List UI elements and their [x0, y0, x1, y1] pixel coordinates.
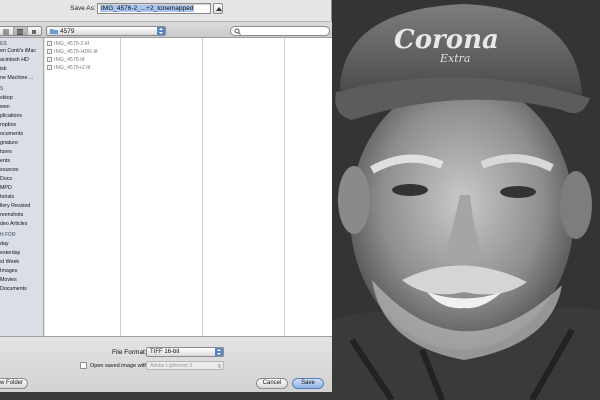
save-dialog: Save As: IMG_4576-2_...+2_tonemapped 457…: [0, 0, 332, 392]
file-item[interactable]: IMG_4579-HDR.tif: [47, 49, 98, 55]
cap-sub-text: Extra: [439, 52, 470, 65]
sidebar-item[interactable]: Documents: [0, 286, 27, 292]
open-with-checkbox[interactable]: [80, 362, 87, 369]
file-icon: [47, 41, 52, 46]
file-format-popup[interactable]: TIFF 16-bit: [146, 347, 224, 357]
cancel-button[interactable]: Cancel: [256, 378, 288, 389]
sidebar-item[interactable]: ocuments: [0, 131, 23, 137]
empty-column[interactable]: [203, 38, 285, 336]
column-view-icon: [17, 29, 23, 35]
sidebar-item[interactable]: wen: [0, 104, 10, 110]
list-view-button[interactable]: [0, 27, 14, 35]
sidebar-item[interactable]: llery Resized: [0, 203, 30, 209]
sidebar-item[interactable]: plications: [0, 113, 22, 119]
coverflow-view-icon: [32, 30, 36, 34]
sidebar: ES en Conti's iMac acintosh HD isk ne Ma…: [0, 38, 44, 336]
file-item[interactable]: IMG_4579+2.tif: [47, 65, 90, 71]
sidebar-item[interactable]: en Conti's iMac: [0, 48, 36, 54]
sidebar-heading-places: S: [0, 86, 4, 92]
search-icon: [234, 28, 241, 35]
save-options-panel: File Format: TIFF 16-bit Open saved imag…: [0, 336, 332, 392]
browser-toolbar: 4579: [0, 21, 332, 38]
filename-input[interactable]: IMG_4576-2_...+2_tonemapped: [97, 3, 211, 14]
open-with-app-value: Adobe Lightroom 3: [150, 363, 193, 369]
popup-arrows: [157, 27, 165, 35]
sidebar-item[interactable]: torials: [0, 194, 14, 200]
sidebar-heading-devices: ES: [0, 41, 7, 47]
file-icon: [47, 57, 52, 62]
sidebar-item[interactable]: ents: [0, 158, 10, 164]
sidebar-item[interactable]: tures: [0, 149, 12, 155]
sidebar-item[interactable]: gnature: [0, 140, 18, 146]
file-format-value: TIFF 16-bit: [150, 349, 180, 355]
updown-arrows-icon: [159, 28, 163, 34]
sidebar-item[interactable]: ne Machine ...: [0, 75, 33, 81]
file-icon: [47, 65, 52, 70]
folder-location-popup[interactable]: 4579: [46, 26, 166, 36]
file-format-label: File Format:: [112, 349, 147, 356]
file-column[interactable]: IMG_4579-2.tif IMG_4579-HDR.tif IMG_4579…: [45, 38, 121, 336]
empty-column[interactable]: [285, 38, 332, 336]
file-icon: [47, 49, 52, 54]
cap-brand-text: Corona: [394, 25, 499, 55]
sidebar-item[interactable]: Docs: [0, 176, 12, 182]
sidebar-item[interactable]: day: [0, 241, 9, 247]
file-item[interactable]: IMG_4579.tif: [47, 57, 84, 63]
sidebar-item[interactable]: sources: [0, 167, 19, 173]
sidebar-item[interactable]: Movies: [0, 277, 17, 283]
coverflow-view-button[interactable]: [28, 27, 41, 35]
save-as-label: Save As:: [70, 5, 96, 12]
triangle-up-icon: [216, 7, 222, 11]
save-button[interactable]: Save: [292, 378, 324, 389]
sidebar-item[interactable]: MPD: [0, 185, 12, 191]
open-with-app-popup[interactable]: Adobe Lightroom 3: [146, 361, 224, 370]
current-folder-name: 4579: [60, 28, 75, 35]
sidebar-item[interactable]: st Week: [0, 259, 19, 265]
filename-value: IMG_4576-2_...+2_tonemapped: [100, 5, 195, 12]
sidebar-item[interactable]: isk: [0, 66, 6, 72]
popup-arrows: [215, 348, 223, 356]
sidebar-item[interactable]: acintosh HD: [0, 57, 29, 63]
window-bottom-strip: [0, 392, 332, 400]
sidebar-item[interactable]: ropbox: [0, 122, 16, 128]
sidebar-heading-search-for: H FOR: [0, 232, 16, 238]
file-item[interactable]: IMG_4579-2.tif: [47, 41, 89, 47]
sidebar-item[interactable]: Images: [0, 268, 17, 274]
column-view-button[interactable]: [14, 27, 28, 35]
list-view-icon: [3, 29, 9, 35]
column-browser: IMG_4579-2.tif IMG_4579-HDR.tif IMG_4579…: [45, 38, 332, 336]
sidebar-item[interactable]: reenshots: [0, 212, 23, 218]
sidebar-item[interactable]: esterday: [0, 250, 20, 256]
expand-dialog-button[interactable]: [213, 3, 223, 14]
sidebar-item[interactable]: deo Articles: [0, 221, 27, 227]
folder-icon: [50, 29, 58, 34]
empty-column[interactable]: [121, 38, 203, 336]
background-photo: Corona Extra: [332, 0, 600, 400]
view-mode-control[interactable]: [0, 26, 42, 36]
portrait-illustration: Corona Extra: [332, 0, 600, 400]
sidebar-item[interactable]: sktop: [0, 95, 13, 101]
open-with-label: Open saved image with:: [90, 363, 150, 369]
updown-arrows-icon: [217, 349, 221, 355]
updown-arrows-icon: [217, 363, 222, 369]
search-input[interactable]: [230, 26, 330, 36]
new-folder-button[interactable]: w Folder: [0, 378, 28, 389]
